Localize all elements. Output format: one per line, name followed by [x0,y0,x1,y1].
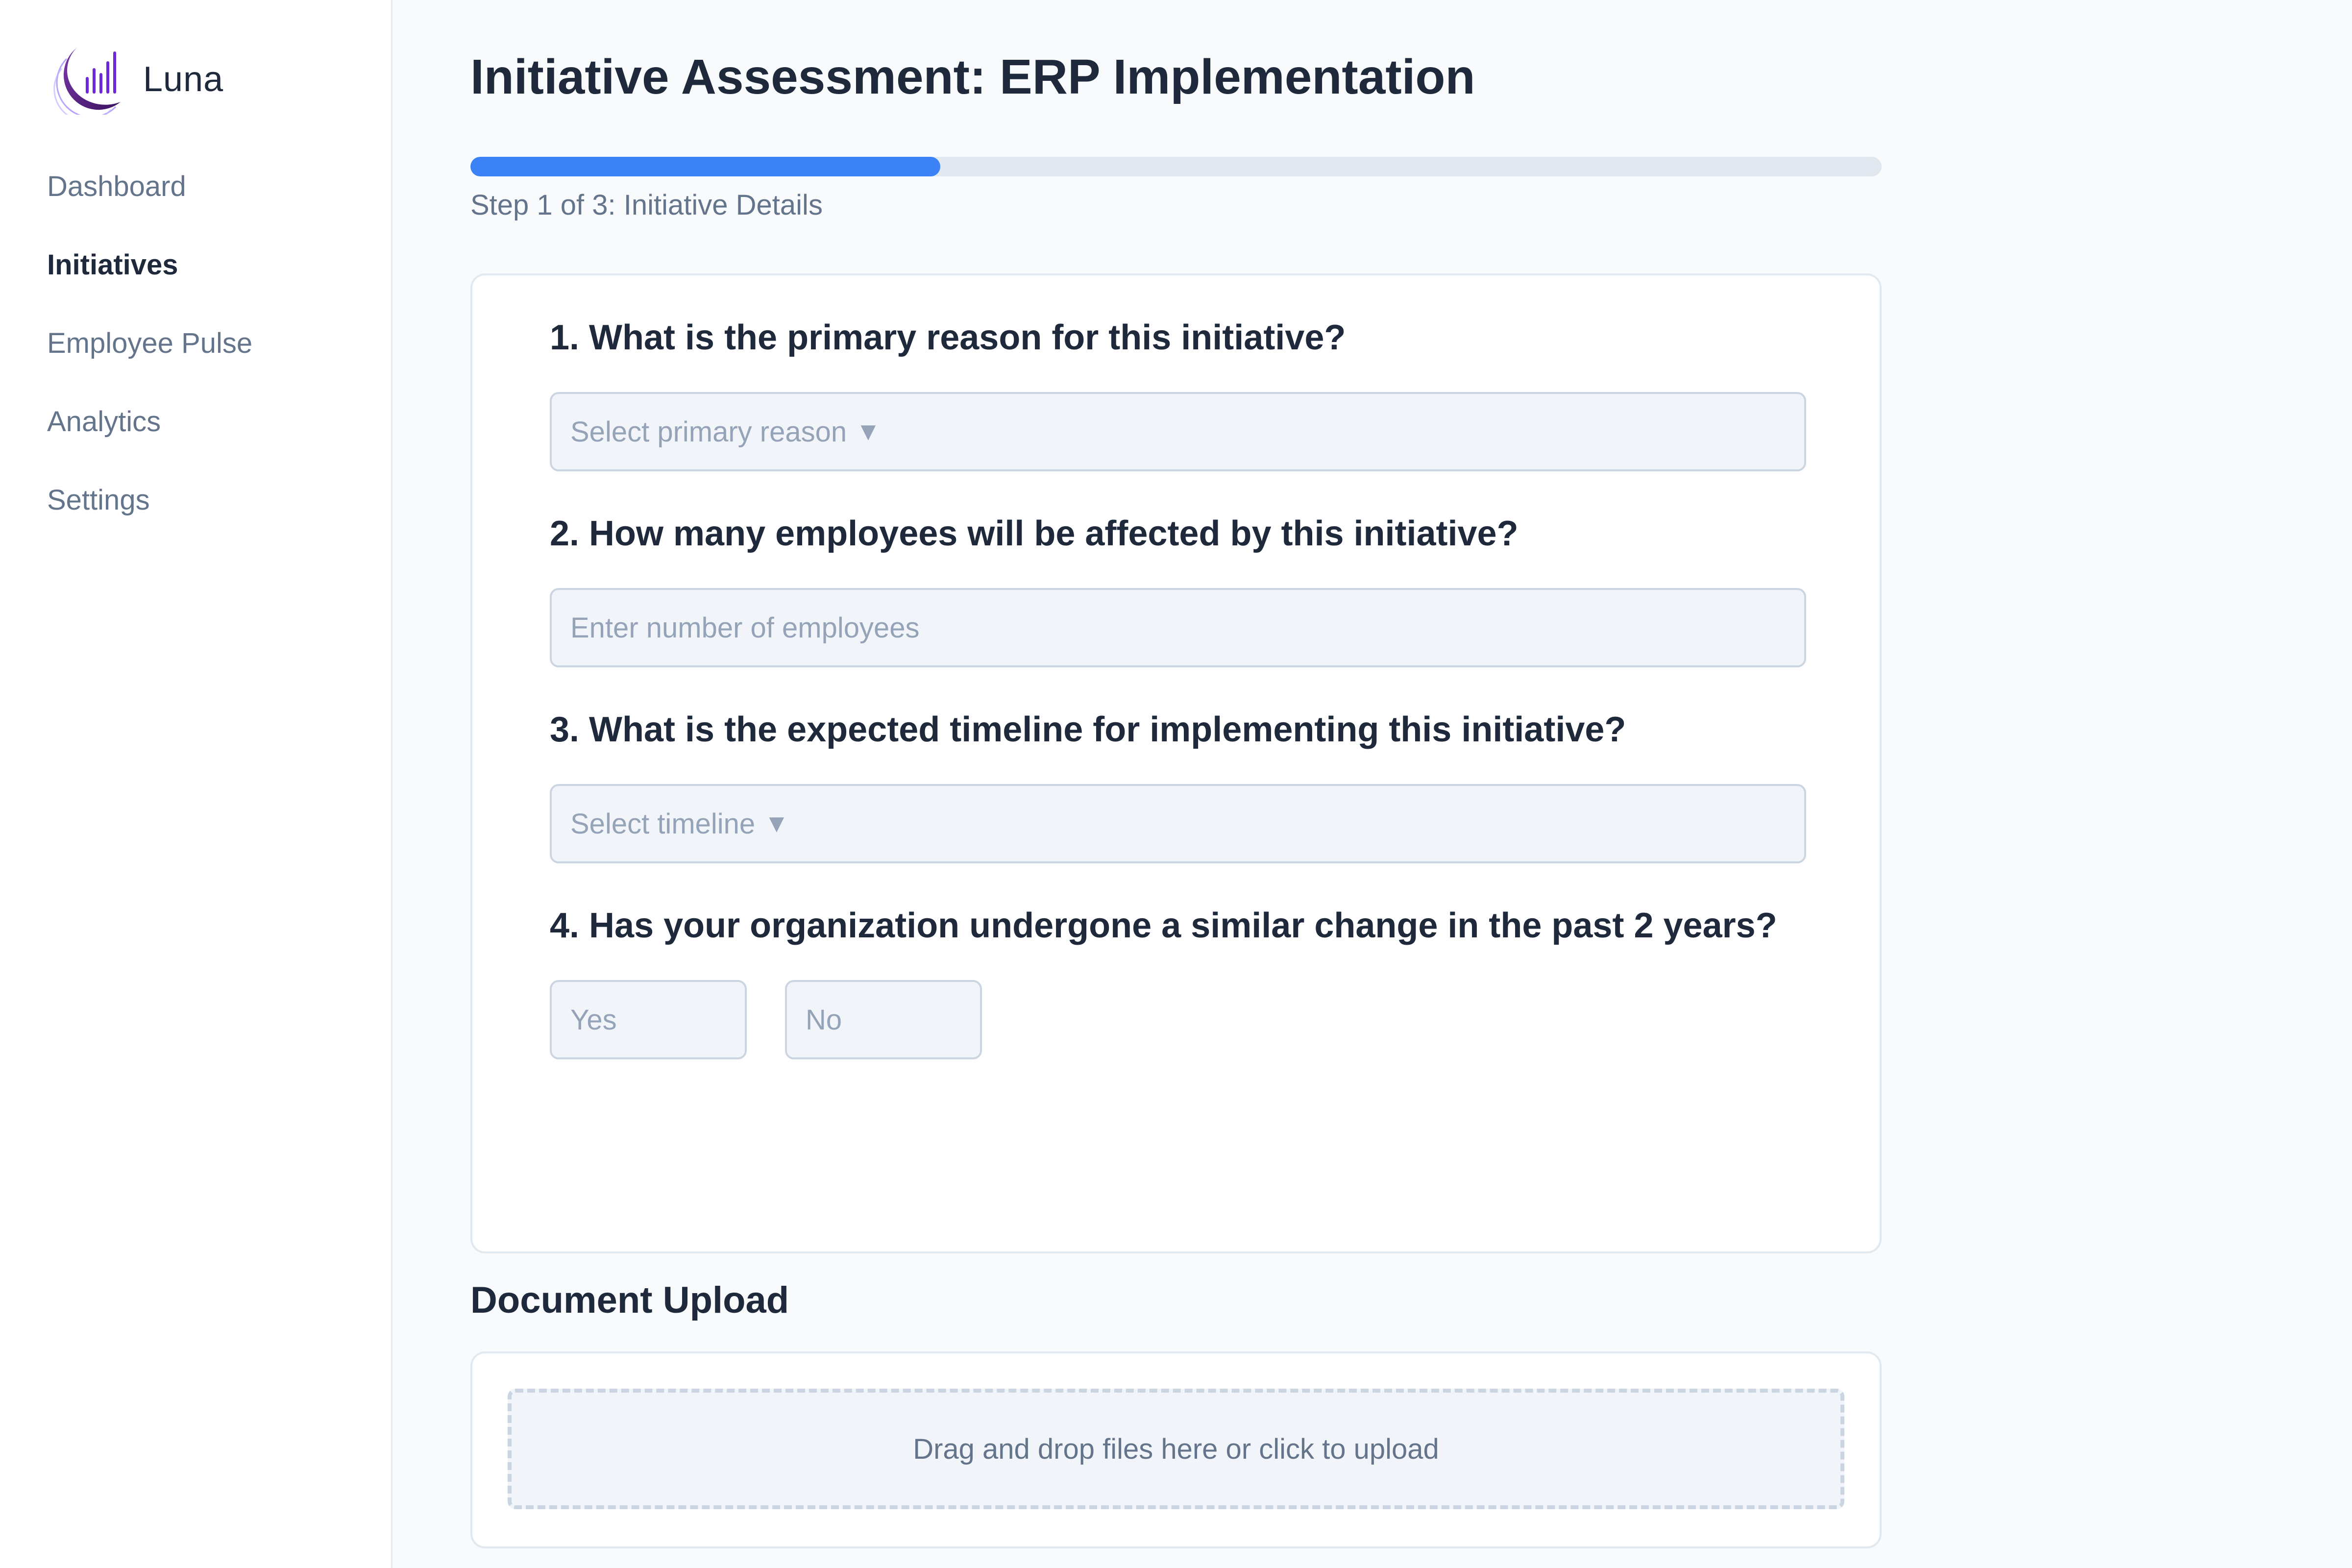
question-1-label: 1. What is the primary reason for this i… [550,318,1346,357]
employees-count-placeholder: Enter number of employees [570,612,920,644]
sidebar-item-employee-pulse[interactable]: Employee Pulse [47,304,252,382]
step-label: Step 1 of 3: Initiative Details [470,189,823,221]
question-4-label: 4. Has your organization undergone a sim… [550,906,1777,945]
sidebar: Luna Dashboard Initiatives Employee Puls… [0,0,392,1568]
app-name: Luna [143,60,224,99]
brand[interactable]: Luna [47,44,223,115]
dropdown-caret-icon: ▼ [764,809,789,838]
employees-count-input[interactable]: Enter number of employees [550,588,1806,667]
dropdown-caret-icon: ▼ [856,417,881,446]
progress-bar [470,157,1882,176]
dropzone-text: Drag and drop files here or click to upl… [913,1433,1439,1465]
sidebar-nav: Dashboard Initiatives Employee Pulse Ana… [47,167,252,539]
primary-reason-select[interactable]: Select primary reason ▼ [550,392,1806,471]
document-upload-card: Drag and drop files here or click to upl… [470,1351,1882,1548]
app-root: Luna Dashboard Initiatives Employee Puls… [0,0,2352,1568]
primary-reason-placeholder: Select primary reason [570,416,847,448]
sidebar-item-initiatives[interactable]: Initiatives [47,225,252,304]
document-upload-title: Document Upload [470,1279,789,1321]
option-yes-button[interactable]: Yes [550,980,747,1059]
sidebar-item-dashboard[interactable]: Dashboard [47,147,252,225]
question-3-label: 3. What is the expected timeline for imp… [550,710,1626,749]
file-dropzone[interactable]: Drag and drop files here or click to upl… [508,1389,1844,1509]
progress-fill [470,157,941,176]
luna-logo-icon [53,48,121,115]
timeline-placeholder: Select timeline [570,808,756,840]
timeline-select[interactable]: Select timeline ▼ [550,784,1806,863]
assessment-form-card: 1. What is the primary reason for this i… [470,273,1882,1253]
sidebar-item-settings[interactable]: Settings [47,461,252,539]
question-2-label: 2. How many employees will be affected b… [550,514,1519,553]
page-title: Initiative Assessment: ERP Implementatio… [470,49,1475,104]
sidebar-item-analytics[interactable]: Analytics [47,382,252,461]
option-no-button[interactable]: No [785,980,982,1059]
